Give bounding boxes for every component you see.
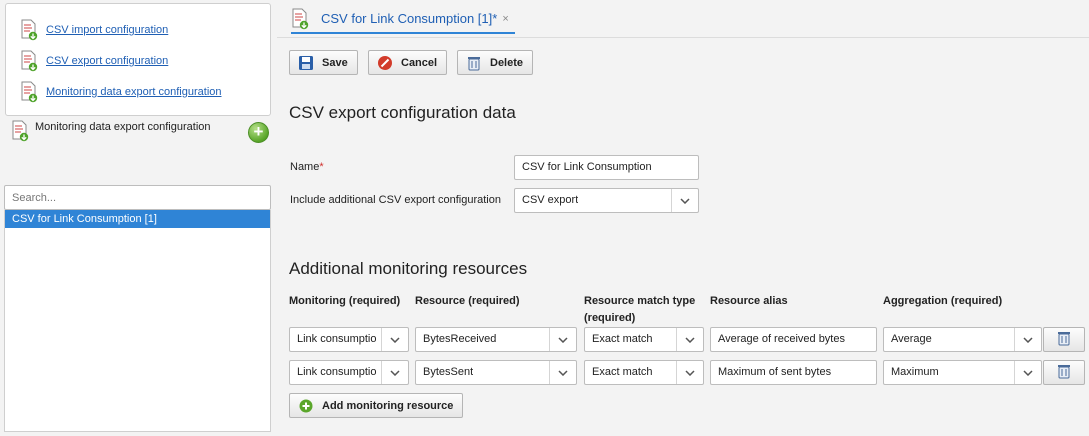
csv-import-link[interactable]: CSV import configuration bbox=[46, 24, 168, 36]
resource-select[interactable]: BytesReceived bbox=[415, 327, 577, 352]
delete-row-button[interactable] bbox=[1043, 327, 1085, 352]
plus-icon: + bbox=[253, 122, 264, 141]
col-match-type-line1: Resource match type bbox=[584, 295, 696, 307]
add-resource-button[interactable]: Add monitoring resource bbox=[289, 393, 464, 418]
document-icon bbox=[11, 120, 29, 142]
chevron-down-icon bbox=[549, 361, 576, 384]
delete-row-button[interactable] bbox=[1043, 360, 1085, 385]
trash-icon bbox=[1056, 363, 1072, 382]
link-row-monitoring-export[interactable]: Monitoring data export configuration bbox=[20, 79, 222, 105]
csv-export-link[interactable]: CSV export configuration bbox=[46, 55, 168, 67]
match-type-value: Exact match bbox=[592, 333, 653, 345]
add-config-button[interactable]: + bbox=[248, 122, 269, 143]
alias-field[interactable]: Maximum of sent bytes bbox=[710, 360, 877, 385]
save-button[interactable]: Save bbox=[289, 50, 358, 75]
monitoring-select[interactable]: Link consumptio bbox=[289, 327, 409, 352]
form-heading: CSV export configuration data bbox=[289, 103, 516, 122]
search-input[interactable] bbox=[4, 185, 271, 210]
match-type-select[interactable]: Exact match bbox=[584, 360, 704, 385]
save-label: Save bbox=[322, 56, 348, 69]
required-mark: * bbox=[319, 161, 324, 173]
cancel-icon bbox=[377, 55, 393, 71]
chevron-down-icon bbox=[1014, 328, 1041, 351]
aggregation-value: Maximum bbox=[891, 366, 939, 378]
tab-csv-link-consumption[interactable]: CSV for Link Consumption [1]* × bbox=[291, 5, 515, 34]
plus-circle-icon bbox=[298, 398, 314, 414]
monitoring-value: Link consumptio bbox=[297, 333, 377, 345]
chevron-down-icon bbox=[676, 328, 703, 351]
chevron-down-icon bbox=[381, 328, 408, 351]
config-links-box: CSV import configuration CSV export conf… bbox=[5, 3, 271, 116]
chevron-down-icon bbox=[549, 328, 576, 351]
left-panel: CSV import configuration CSV export conf… bbox=[0, 0, 277, 436]
monitoring-value: Link consumptio bbox=[297, 366, 377, 378]
delete-button[interactable]: Delete bbox=[457, 50, 534, 75]
resource-select[interactable]: BytesSent bbox=[415, 360, 577, 385]
include-select-value: CSV export bbox=[522, 194, 579, 206]
chevron-down-icon bbox=[671, 189, 698, 212]
match-type-value: Exact match bbox=[592, 366, 653, 378]
aggregation-value: Average bbox=[891, 333, 932, 345]
resource-value: BytesSent bbox=[423, 366, 474, 378]
col-match-type-line2: (required) bbox=[584, 312, 636, 324]
resources-heading: Additional monitoring resources bbox=[289, 259, 528, 278]
floppy-icon bbox=[298, 55, 314, 71]
section-title-label: Monitoring data export configuration bbox=[35, 121, 211, 133]
cancel-label: Cancel bbox=[401, 56, 438, 69]
document-icon bbox=[20, 81, 38, 103]
resource-value: BytesReceived bbox=[423, 333, 497, 345]
main-panel: CSV for Link Consumption [1]* × Save Can… bbox=[277, 0, 1089, 436]
tab-bar: CSV for Link Consumption [1]* × bbox=[277, 0, 1089, 38]
name-label: Name* bbox=[290, 161, 324, 173]
monitoring-export-link[interactable]: Monitoring data export configuration bbox=[46, 86, 222, 98]
section-title: Monitoring data export configuration bbox=[11, 120, 211, 142]
chevron-down-icon bbox=[1014, 361, 1041, 384]
match-type-select[interactable]: Exact match bbox=[584, 327, 704, 352]
link-row-csv-import[interactable]: CSV import configuration bbox=[20, 17, 168, 43]
list-item[interactable]: CSV for Link Consumption [1] bbox=[5, 210, 270, 228]
chevron-down-icon bbox=[381, 361, 408, 384]
include-select[interactable]: CSV export bbox=[514, 188, 699, 213]
document-icon bbox=[291, 8, 309, 30]
alias-field[interactable]: Average of received bytes bbox=[710, 327, 877, 352]
name-label-text: Name bbox=[290, 161, 320, 173]
chevron-down-icon bbox=[676, 361, 703, 384]
col-monitoring: Monitoring (required) bbox=[289, 295, 401, 307]
delete-label: Delete bbox=[490, 56, 524, 69]
monitoring-select[interactable]: Link consumptio bbox=[289, 360, 409, 385]
cancel-button[interactable]: Cancel bbox=[368, 50, 448, 75]
col-aggregation: Aggregation (required) bbox=[883, 295, 1003, 307]
document-icon bbox=[20, 50, 38, 72]
include-label: Include additional CSV export configurat… bbox=[290, 194, 501, 206]
aggregation-select[interactable]: Average bbox=[883, 327, 1042, 352]
col-match-type: Resource match type (required) bbox=[584, 293, 695, 327]
trash-icon bbox=[466, 55, 482, 71]
link-row-csv-export[interactable]: CSV export configuration bbox=[20, 48, 168, 74]
name-field[interactable]: CSV for Link Consumption bbox=[514, 155, 699, 180]
document-icon bbox=[20, 19, 38, 41]
col-alias: Resource alias bbox=[710, 295, 788, 307]
tab-label: CSV for Link Consumption [1]* bbox=[321, 11, 498, 26]
close-icon[interactable]: × bbox=[502, 13, 508, 25]
col-resource: Resource (required) bbox=[415, 295, 520, 307]
add-resource-label: Add monitoring resource bbox=[322, 399, 454, 412]
trash-icon bbox=[1056, 330, 1072, 349]
aggregation-select[interactable]: Maximum bbox=[883, 360, 1042, 385]
config-list: CSV for Link Consumption [1] bbox=[4, 210, 271, 432]
